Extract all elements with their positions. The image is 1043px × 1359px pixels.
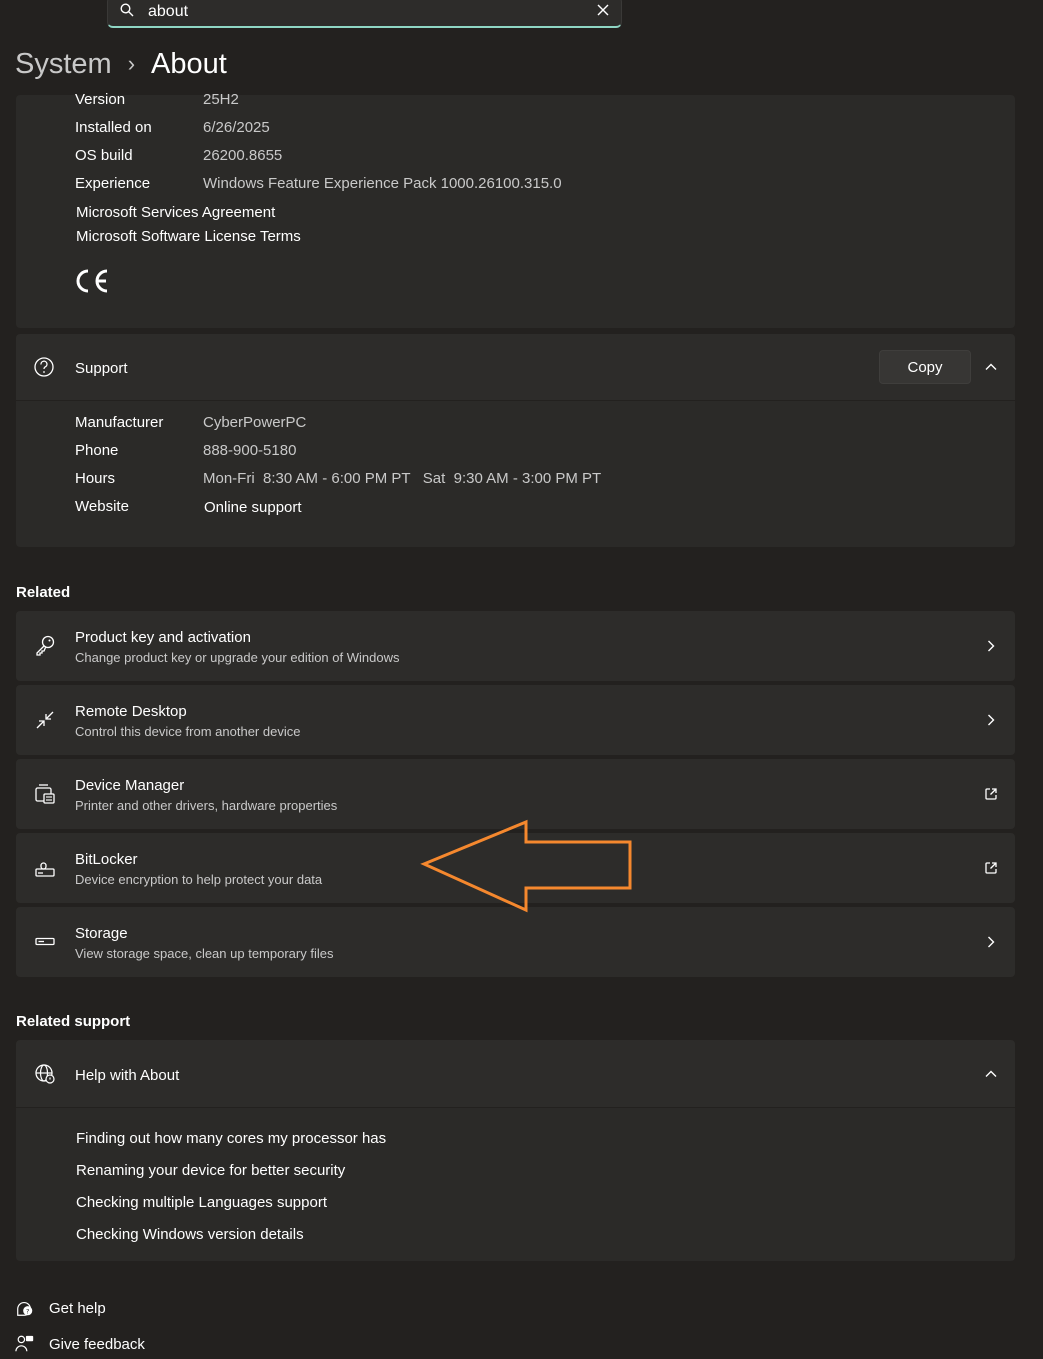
spec-label-version: Version [75, 91, 126, 108]
spec-value-installed: 6/26/2025 [203, 119, 270, 136]
external-link-icon [985, 862, 997, 874]
spec-label-os-build: OS build [75, 147, 133, 164]
get-help-link[interactable]: Get help [49, 1300, 106, 1317]
remote-desktop-icon [36, 711, 54, 729]
help-with-about-title: Help with About [75, 1067, 180, 1084]
related-support-section-title: Related support [16, 1013, 131, 1030]
related-item-subtitle: Device encryption to help protect your d… [75, 872, 323, 887]
chevron-right-icon [988, 640, 995, 652]
license-terms-link[interactable]: Microsoft Software License Terms [76, 228, 301, 245]
support-header[interactable] [16, 334, 1015, 400]
svg-text:?: ? [26, 1308, 29, 1315]
search-input[interactable]: about [148, 3, 188, 21]
device-manager-icon [35, 784, 55, 804]
support-value-phone: 888-900-5180 [203, 442, 297, 459]
related-item-remote-desktop[interactable] [16, 685, 1015, 755]
help-link-languages[interactable]: Checking multiple Languages support [76, 1194, 327, 1211]
services-agreement-link[interactable]: Microsoft Services Agreement [76, 204, 275, 221]
chevron-up-icon[interactable] [984, 1067, 998, 1081]
online-support-link[interactable]: Online support [204, 499, 302, 516]
copy-button[interactable]: Copy [879, 350, 971, 384]
page-title: About [151, 47, 227, 80]
help-link-cores[interactable]: Finding out how many cores my processor … [76, 1130, 386, 1147]
search-box[interactable]: about [107, 0, 622, 28]
chevron-right-icon [988, 714, 995, 726]
support-label-manufacturer: Manufacturer [75, 414, 164, 431]
spec-value-experience: Windows Feature Experience Pack 1000.261… [203, 175, 562, 192]
globe-icon [35, 1064, 55, 1084]
search-icon [120, 3, 134, 17]
related-item-title: Device Manager [75, 777, 185, 794]
related-item-subtitle: View storage space, clean up temporary f… [75, 946, 334, 961]
related-item-storage[interactable] [16, 907, 1015, 977]
breadcrumb: System › About [15, 44, 227, 84]
key-icon [36, 635, 55, 656]
support-label-hours: Hours [75, 470, 116, 487]
ce-mark-icon [76, 269, 108, 293]
breadcrumb-system[interactable]: System [15, 48, 112, 81]
support-title: Support [75, 360, 128, 377]
related-item-title: Storage [75, 925, 128, 942]
chevron-right-icon [988, 936, 995, 948]
support-label-website: Website [75, 498, 129, 515]
spec-label-installed: Installed on [75, 119, 152, 136]
related-item-title: Product key and activation [75, 629, 251, 646]
give-feedback-link[interactable]: Give feedback [49, 1336, 145, 1353]
close-icon[interactable] [595, 2, 611, 18]
storage-icon [35, 937, 55, 946]
bitlocker-icon [35, 862, 55, 877]
related-item-subtitle: Control this device from another device [75, 724, 301, 739]
annotation-arrow-icon [420, 819, 632, 913]
help-link-version[interactable]: Checking Windows version details [76, 1226, 304, 1243]
related-item-product-key[interactable] [16, 611, 1015, 681]
support-value-hours: Mon-Fri 8:30 AM - 6:00 PM PT Sat 9:30 AM… [203, 470, 602, 487]
external-link-icon [985, 788, 997, 800]
help-circle-icon [34, 357, 54, 377]
spec-label-experience: Experience [75, 175, 151, 192]
related-item-title: BitLocker [75, 851, 138, 868]
support-label-phone: Phone [75, 442, 119, 459]
breadcrumb-separator: › [127, 51, 136, 76]
related-item-title: Remote Desktop [75, 703, 187, 720]
related-section-title: Related [16, 584, 71, 601]
support-value-manufacturer: CyberPowerPC [203, 414, 307, 431]
give-feedback-icon [15, 1335, 34, 1352]
spec-value-version: 25H2 [203, 91, 239, 108]
help-link-renaming[interactable]: Renaming your device for better security [76, 1162, 345, 1179]
related-item-subtitle: Printer and other drivers, hardware prop… [75, 798, 338, 813]
chevron-up-icon[interactable] [984, 360, 998, 374]
related-item-subtitle: Change product key or upgrade your editi… [75, 650, 400, 665]
spec-value-os-build: 26200.8655 [203, 147, 283, 164]
get-help-icon: ? [17, 1301, 33, 1316]
